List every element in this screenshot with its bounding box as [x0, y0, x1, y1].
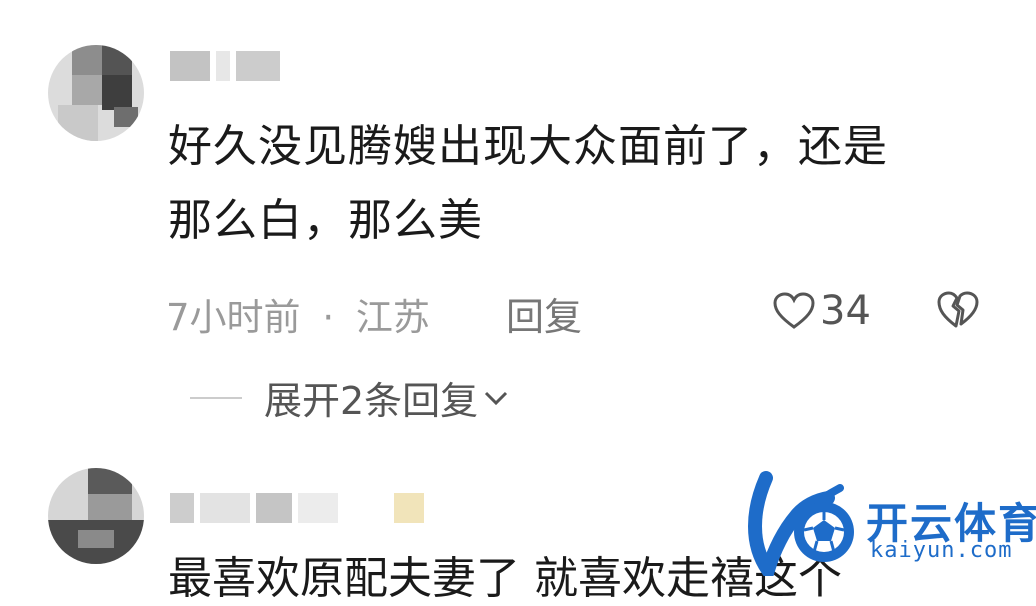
- broken-heart-icon: [937, 291, 979, 328]
- expand-replies-label: 展开2条回复: [264, 379, 479, 423]
- comment-content: 好久没见腾嫂出现大众面前了，还是 那么白，那么美: [168, 121, 888, 246]
- avatar[interactable]: [48, 45, 144, 141]
- heart-outline-icon: [773, 292, 815, 329]
- comment-time: 7小时前: [166, 296, 301, 339]
- username-blurred[interactable]: [170, 490, 424, 526]
- comment-location: 江苏: [355, 296, 430, 339]
- like-button[interactable]: 34: [772, 288, 871, 334]
- reply-button[interactable]: 回复: [506, 286, 582, 341]
- chevron-down-icon: [485, 391, 508, 405]
- meta-separator: ·: [322, 296, 335, 339]
- kaiyun-logo-icon: [748, 471, 854, 576]
- expand-replies-button[interactable]: 展开2条回复: [190, 370, 510, 425]
- divider-line: [190, 396, 242, 399]
- like-count: 34: [820, 288, 871, 334]
- watermark: 开云体育 kaiyun.com: [744, 470, 1036, 576]
- avatar[interactable]: [48, 468, 144, 564]
- comment-content: 最喜欢原配夫妻了 就喜欢走禧这个: [168, 553, 842, 604]
- dislike-button[interactable]: [936, 290, 980, 334]
- watermark-brand-en: kaiyun.com: [870, 538, 1013, 563]
- comment-meta: 7小时前 · 江苏: [166, 287, 430, 341]
- username-blurred[interactable]: [170, 48, 280, 84]
